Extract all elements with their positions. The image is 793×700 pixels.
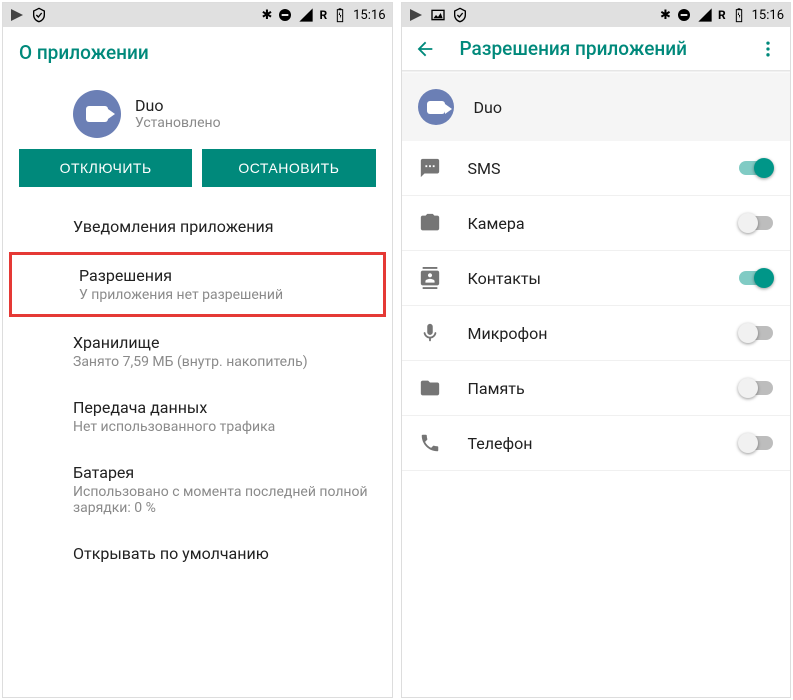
back-icon[interactable] (414, 38, 436, 60)
left-phone-screen: ✱ R 15:16 О приложении Duo Установлено О… (2, 2, 393, 698)
page-title: О приложении (3, 27, 392, 78)
folder-icon (418, 377, 442, 399)
app-header-row: Duo (402, 73, 791, 141)
sms-icon (418, 157, 442, 179)
app-info-section: Duo Установлено (3, 78, 392, 149)
signal-icon (298, 7, 314, 23)
notifications-item[interactable]: Уведомления приложения (3, 203, 392, 250)
camera-icon (418, 212, 442, 234)
battery-icon (731, 7, 747, 23)
permission-phone[interactable]: Телефон (402, 416, 791, 471)
battery-item[interactable]: Батарея Использовано с момента последней… (3, 449, 392, 530)
status-bar: ✱ R 15:16 (402, 3, 791, 27)
dnd-icon (676, 7, 692, 23)
duo-app-icon (418, 89, 454, 125)
shield-icon (452, 7, 468, 23)
permission-microphone[interactable]: Микрофон (402, 306, 791, 361)
permission-storage[interactable]: Память (402, 361, 791, 416)
data-usage-item[interactable]: Передача данных Нет использованного траф… (3, 384, 392, 449)
duo-app-icon (73, 90, 121, 138)
button-row: ОТКЛЮЧИТЬ ОСТАНОВИТЬ (3, 149, 392, 203)
status-time: 15:16 (752, 8, 784, 23)
microphone-icon (418, 322, 442, 344)
page-title: Разрешения приложений (460, 37, 751, 60)
app-status-label: Установлено (135, 115, 221, 131)
app-name-label: Duo (474, 98, 502, 117)
bluetooth-icon: ✱ (660, 8, 671, 23)
play-store-icon (408, 7, 424, 23)
permissions-item[interactable]: Разрешения У приложения нет разрешений (9, 252, 386, 317)
phone-toggle[interactable] (738, 433, 774, 453)
contacts-icon (418, 267, 442, 289)
open-default-item[interactable]: Открывать по умолчанию (3, 530, 392, 577)
network-label: R (718, 8, 726, 22)
status-time: 15:16 (353, 8, 385, 23)
shield-icon (31, 7, 47, 23)
camera-toggle[interactable] (738, 213, 774, 233)
signal-icon (697, 7, 713, 23)
permission-sms[interactable]: SMS (402, 141, 791, 196)
storage-toggle[interactable] (738, 378, 774, 398)
microphone-toggle[interactable] (738, 323, 774, 343)
stop-button[interactable]: ОСТАНОВИТЬ (202, 149, 375, 187)
disable-button[interactable]: ОТКЛЮЧИТЬ (19, 149, 192, 187)
bluetooth-icon: ✱ (262, 8, 273, 23)
battery-icon (332, 7, 348, 23)
contacts-toggle[interactable] (738, 268, 774, 288)
status-bar: ✱ R 15:16 (3, 3, 392, 27)
more-icon[interactable] (758, 39, 778, 59)
permission-camera[interactable]: Камера (402, 196, 791, 251)
storage-item[interactable]: Хранилище Занято 7,59 МБ (внутр. накопит… (3, 319, 392, 384)
network-label: R (319, 8, 327, 22)
permission-contacts[interactable]: Контакты (402, 251, 791, 306)
image-icon (430, 7, 446, 23)
app-name-label: Duo (135, 96, 221, 115)
dnd-icon (277, 7, 293, 23)
sms-toggle[interactable] (738, 158, 774, 178)
play-store-icon (9, 7, 25, 23)
permissions-header: Разрешения приложений (402, 27, 791, 70)
right-phone-screen: ✱ R 15:16 Разрешения приложений Duo SMS … (401, 2, 792, 698)
phone-icon (418, 432, 442, 454)
